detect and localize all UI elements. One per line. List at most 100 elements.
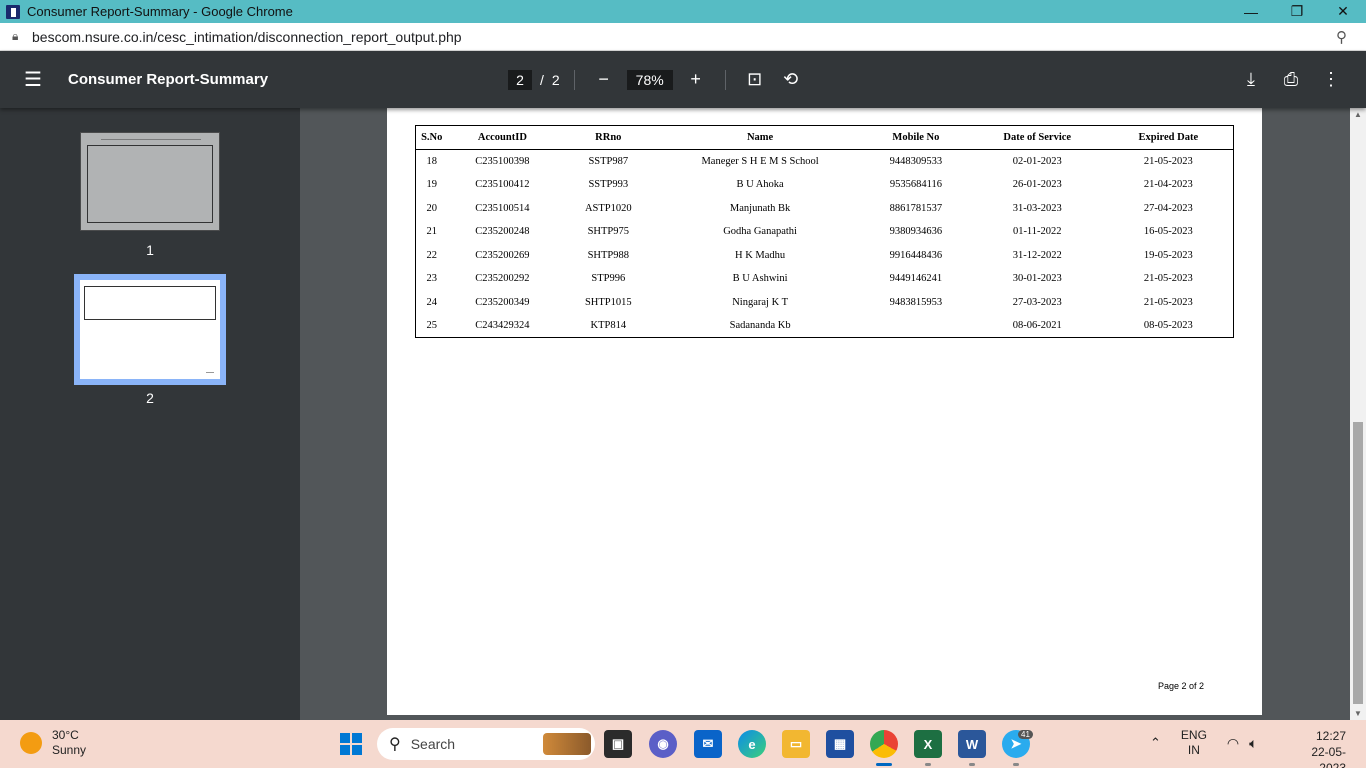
scroll-down-arrow-icon[interactable]: ▼ — [1350, 709, 1366, 718]
thumbnail-sidebar: 1 2 — [0, 108, 300, 720]
zoom-magnifier-icon[interactable]: ⚲ — [1336, 28, 1356, 46]
table-cell: C235200248 — [475, 226, 530, 238]
thumbnail-footer — [206, 372, 214, 373]
page-separator: / — [540, 71, 544, 88]
page-thumbnail-2[interactable] — [80, 280, 220, 379]
excel-running-indicator — [925, 763, 931, 766]
page-number-input[interactable]: 2 — [508, 69, 532, 90]
document-title: Consumer Report-Summary — [68, 71, 269, 88]
print-icon[interactable]: ⎙ — [1276, 69, 1306, 90]
thumbnail-table-preview — [87, 145, 213, 223]
more-options-icon[interactable]: ⋮ — [1316, 69, 1346, 90]
chrome-active-indicator — [876, 763, 892, 766]
scrollbar-thumb[interactable] — [1353, 422, 1363, 704]
volume-icon[interactable]: 🔈︎ — [1249, 735, 1257, 752]
table-cell: SHTP975 — [587, 226, 630, 238]
pdf-viewer[interactable]: S.No AccountID RRno Name Mobile No Date … — [300, 108, 1350, 720]
start-button[interactable] — [340, 733, 362, 755]
table-cell: 31-03-2023 — [1012, 202, 1062, 214]
table-row: 20 C235100514 ASTP1020 Manjunath Bk 8861… — [416, 197, 1234, 221]
download-icon[interactable]: ⤓ — [1236, 69, 1266, 90]
menu-icon[interactable]: ☰ — [24, 67, 46, 92]
table-cell: 9449146241 — [889, 273, 943, 285]
table-cell: 9916448436 — [889, 249, 943, 261]
thumbnail-line — [101, 139, 201, 140]
language-code: ENG — [1180, 728, 1207, 742]
fit-to-page-icon[interactable]: ⊡ — [740, 69, 770, 90]
rotate-icon[interactable]: ⟲ — [776, 69, 806, 90]
site-favicon-icon — [6, 4, 20, 19]
chrome-icon[interactable] — [870, 730, 898, 758]
report-table: S.No AccountID RRno Name Mobile No Date … — [415, 125, 1234, 338]
table-row: 19 C235100412 SSTP993 B U Ahoka 95356841… — [416, 173, 1234, 197]
windows-logo-tile — [352, 745, 362, 755]
column-header: S.No — [415, 125, 448, 150]
toolbar-divider — [724, 69, 726, 90]
task-view-icon[interactable]: ▣ — [604, 730, 632, 758]
table-cell: Godha Ganapathi — [723, 226, 797, 238]
zoom-out-icon[interactable]: − — [589, 69, 619, 90]
column-header: RRno — [557, 125, 660, 150]
address-bar[interactable]: 🔒︎ bescom.nsure.co.in/cesc_intimation/di… — [0, 23, 1366, 51]
word-icon[interactable]: W — [958, 730, 986, 758]
wifi-icon[interactable]: ◠ — [1227, 735, 1239, 752]
table-row: 22 C235200269 SHTP988 H K Madhu 99164484… — [416, 244, 1234, 268]
table-cell: 23 — [426, 273, 437, 285]
page-thumbnail-1[interactable] — [80, 132, 220, 231]
table-cell: 9448309533 — [889, 156, 943, 167]
table-cell: 08-05-2023 — [1143, 320, 1193, 331]
telegram-badge: 41 — [1018, 730, 1033, 739]
restore-button[interactable]: ❐ — [1274, 0, 1320, 23]
table-cell: 21-04-2023 — [1143, 179, 1193, 191]
table-cell: C235100412 — [475, 179, 530, 191]
table-cell: C243429324 — [475, 320, 530, 331]
total-pages: 2 — [551, 71, 560, 88]
table-cell: 19-05-2023 — [1143, 249, 1193, 261]
table-cell: Manjunath Bk — [729, 202, 791, 214]
weather-widget[interactable]: 30°C Sunny — [20, 728, 86, 758]
zoom-level-input[interactable]: 78% — [626, 69, 673, 90]
zoom-in-icon[interactable]: + — [681, 69, 711, 90]
table-cell: 27-03-2023 — [1012, 296, 1062, 308]
taskbar-search[interactable]: ⚲ Search — [377, 728, 595, 760]
weather-description: Sunny — [52, 743, 87, 757]
system-tray: ⌃ ENG IN ◠ 🔈︎ — [1150, 728, 1268, 758]
lock-icon[interactable]: 🔒︎ — [12, 29, 26, 44]
table-cell: Maneger S H E M S School — [701, 156, 819, 167]
chevron-up-icon[interactable]: ⌃ — [1150, 735, 1161, 751]
table-cell: ASTP1020 — [584, 202, 632, 214]
page-thumbnail-2-selected[interactable] — [74, 274, 226, 385]
excel-icon[interactable]: X — [914, 730, 942, 758]
mail-icon[interactable]: ✉ — [694, 730, 722, 758]
thumbnail-label-2: 2 — [146, 390, 154, 406]
column-header: Name — [659, 125, 861, 150]
table-cell: 21-05-2023 — [1143, 273, 1193, 285]
minimize-button[interactable]: — — [1228, 0, 1274, 23]
clock[interactable]: 12:27 22-05-2023 — [1300, 728, 1346, 768]
microsoft-store-icon[interactable]: ▦ — [826, 730, 854, 758]
table-cell: 9380934636 — [889, 226, 943, 238]
windows-logo-tile — [352, 733, 362, 743]
url-text[interactable]: bescom.nsure.co.in/cesc_intimation/disco… — [32, 29, 1336, 45]
language-indicator[interactable]: ENG IN — [1181, 728, 1207, 758]
vertical-scrollbar[interactable]: ▲ ▼ — [1350, 108, 1366, 720]
thumbnail-table-preview — [84, 286, 216, 320]
window-title-bar: Consumer Report-Summary - Google Chrome … — [0, 0, 1366, 23]
table-cell: 24 — [426, 296, 437, 308]
file-explorer-icon[interactable]: ▭ — [782, 730, 810, 758]
column-header: AccountID — [447, 125, 558, 150]
table-row: 18 C235100398 SSTP987 Maneger S H E M S … — [416, 150, 1234, 174]
toolbar-divider — [573, 69, 575, 90]
table-cell: B U Ahoka — [736, 179, 784, 191]
windows-taskbar: 30°C Sunny ⚲ Search ▣ ◉ ✉ e ▭ ▦ X W ➤ 41… — [0, 720, 1366, 768]
windows-logo-tile — [340, 745, 350, 755]
table-cell: Sadananda Kb — [729, 320, 791, 331]
edge-browser-icon[interactable]: e — [738, 730, 766, 758]
close-button[interactable]: ✕ — [1320, 0, 1366, 23]
table-cell: 21-05-2023 — [1143, 156, 1193, 167]
teams-chat-icon[interactable]: ◉ — [649, 730, 677, 758]
table-cell: 8861781537 — [889, 202, 943, 214]
table-cell — [861, 314, 971, 338]
search-label: Search — [410, 736, 456, 752]
scroll-up-arrow-icon[interactable]: ▲ — [1350, 110, 1366, 119]
